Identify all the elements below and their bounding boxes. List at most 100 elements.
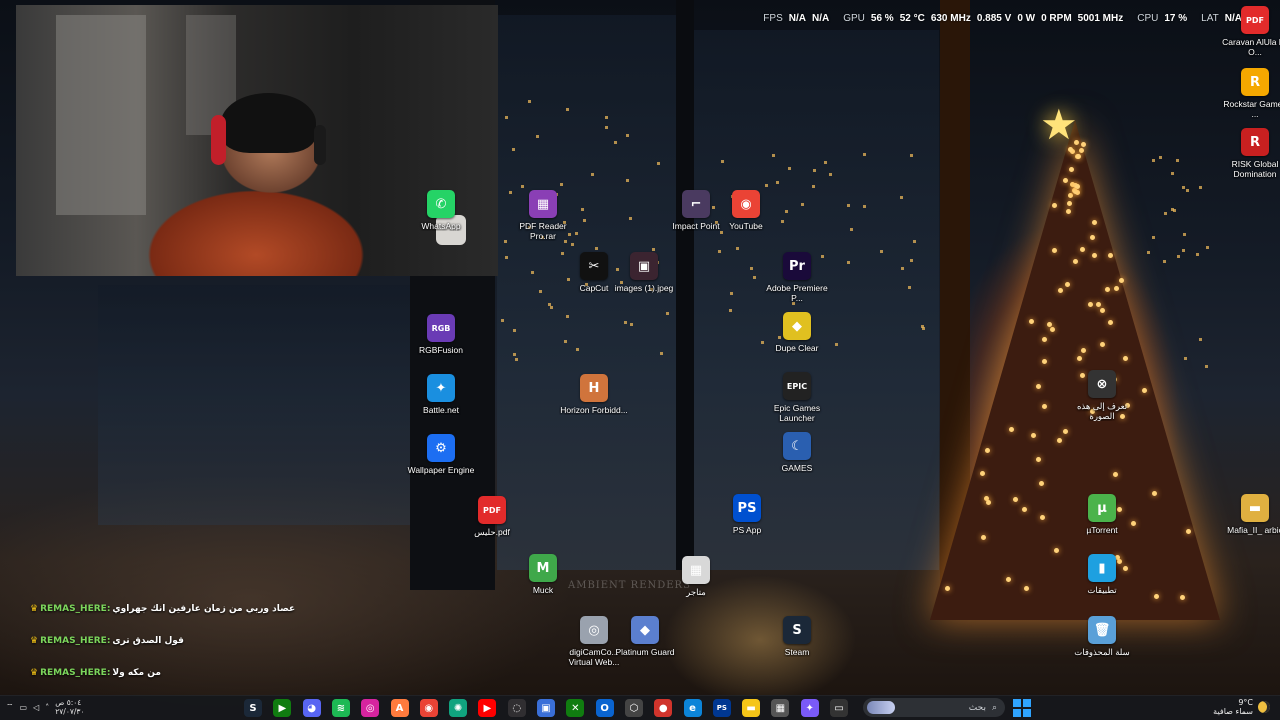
tree-light <box>1079 246 1085 252</box>
desktop-icon-recycle-bin[interactable]: 🗑 سلة المحذوفات <box>1071 616 1133 657</box>
city-window-light <box>623 321 627 325</box>
desktop-icon-caravan[interactable]: PDF Caravan AlUla by O... <box>1222 6 1280 57</box>
taskbar-cube-icon[interactable]: ⬡ <box>624 699 643 717</box>
desktop-icon-label: Battle.net <box>423 405 459 415</box>
desktop-icon-rgbfusion[interactable]: RGB RGBFusion <box>410 314 472 355</box>
city-window-light <box>604 116 608 120</box>
desktop-icon-adobe-premiere[interactable]: Pr Adobe Premiere P... <box>766 252 828 303</box>
taskbar-discord-icon[interactable]: ◕ <box>302 699 321 717</box>
taskbar-youtube-icon[interactable]: ▶ <box>478 699 497 717</box>
taskbar-spotify-icon[interactable]: ≋ <box>331 699 350 717</box>
taskbar-playstation-icon[interactable]: PS <box>712 699 731 717</box>
desktop-icon-utorrent[interactable]: µ µTorrent <box>1071 494 1133 535</box>
windows-logo-icon <box>1023 709 1031 717</box>
taskbar-movies-icon[interactable]: ▣ <box>537 699 555 717</box>
city-window-light <box>513 329 517 333</box>
windows-logo-icon <box>1013 709 1021 717</box>
chat-username: REMAS_HERE: <box>40 636 111 646</box>
taskbar-chatgpt-icon[interactable]: ✺ <box>449 699 468 717</box>
city-window-light <box>1151 159 1155 163</box>
desktop-icon-rockstar[interactable]: R Rockstar Games ... <box>1223 68 1280 119</box>
city-window-light <box>850 228 854 232</box>
taskbar-instagram-icon[interactable]: ◎ <box>361 699 380 717</box>
desktop-icon-images-jpeg[interactable]: ▣ images (1).jpeg <box>613 252 675 293</box>
recycle-bin-icon: 🗑 <box>1088 616 1116 644</box>
taskbar-search[interactable]: بحث ⌕ <box>863 698 1005 717</box>
city-window-light <box>594 247 598 251</box>
desktop-icon-epic-games[interactable]: EPIC Epic Games Launcher <box>766 372 828 423</box>
steam-icon: S <box>783 616 811 644</box>
volume-icon[interactable]: ◁ <box>33 703 39 712</box>
city-window-light <box>1206 245 1210 249</box>
desktop-icon-pdf-reader-pro[interactable]: ▦ PDF Reader Pro.rar <box>512 190 574 241</box>
taskbar-copilot-icon[interactable]: ✦ <box>800 699 819 717</box>
desktop-icon-apps-folder[interactable]: ▮ تطبيقات <box>1071 554 1133 595</box>
desktop-icon-mafia-arabic[interactable]: ▬ Mafia_II_ arbic <box>1224 494 1280 535</box>
desktop-icon-dupe-clear[interactable]: ◆ Dupe Clear <box>766 312 828 353</box>
desktop-icon-label: Platinum Guard <box>615 647 675 657</box>
weather-widget[interactable]: 9°C سماء صافية <box>1213 698 1270 716</box>
desktop-icon-halees-pdf[interactable]: PDF حليس.pdf <box>461 496 523 537</box>
tree-light <box>1051 247 1057 253</box>
desktop-icon-youtube-chrome[interactable]: ◉ YouTube <box>715 190 777 231</box>
desktop-icon-label: Adobe Premiere P... <box>766 283 828 303</box>
city-window-light <box>511 148 515 152</box>
tree-light <box>1091 219 1097 225</box>
taskbar-calculator-icon[interactable]: ▦ <box>771 699 790 717</box>
taskbar-obs-icon[interactable]: ◌ <box>507 699 526 717</box>
desktop-icon-wallpaper-engine[interactable]: ⚙ Wallpaper Engine <box>408 434 474 475</box>
taskbar-file-explorer-icon[interactable]: ▬ <box>742 699 761 717</box>
tree-light <box>1067 192 1073 198</box>
display-icon[interactable]: ▭ <box>20 703 28 712</box>
taskbar-chrome-icon[interactable]: ◉ <box>419 699 438 717</box>
taskbar-xbox-icon[interactable]: ✕ <box>566 699 585 717</box>
start-button[interactable] <box>1013 699 1031 717</box>
taskbar-arc-icon[interactable]: A <box>390 699 409 717</box>
city-window-light <box>505 256 508 260</box>
desktop-icon-label: RGBFusion <box>419 345 463 355</box>
desktop-icon-horizon[interactable]: H Horizon Forbidd... <box>560 374 628 415</box>
taskbar-steam-icon[interactable]: S <box>244 699 262 717</box>
desktop-icon-battle-net[interactable]: ✦ Battle.net <box>410 374 472 415</box>
desktop-icon-label: YouTube <box>729 221 763 231</box>
desktop-icon-whatsapp[interactable]: ✆ WhatsApp <box>410 190 472 231</box>
tree-light <box>1023 586 1029 592</box>
weather-temp: 9°C <box>1238 698 1253 707</box>
desktop-icon-platinum-guard[interactable]: ◆ Platinum Guard <box>614 616 676 657</box>
tree-light <box>1091 252 1097 258</box>
city-window-light <box>503 239 507 243</box>
taskbar-edge-icon[interactable]: e <box>683 699 702 717</box>
utorrent-icon: µ <box>1088 494 1116 522</box>
city-window-light <box>862 205 866 209</box>
taskbar-red-app-icon[interactable]: ● <box>654 699 673 717</box>
desktop-icon-muck[interactable]: M Muck <box>512 554 574 595</box>
desktop-icon-store-shortcut[interactable]: ▦ متاجر <box>665 556 727 597</box>
desktop-icon-label: حليس.pdf <box>474 527 510 537</box>
city-window-light <box>566 314 570 318</box>
wifi-icon[interactable]: ⌔ <box>6 702 14 712</box>
gpu-clock: 630 MHz <box>930 13 971 24</box>
chevron-up-icon[interactable]: ˄ <box>45 703 49 712</box>
desktop-icon-games-folder[interactable]: ☾ GAMES <box>766 432 828 473</box>
desktop-icon-steam[interactable]: S Steam <box>766 616 828 657</box>
city-window-light <box>515 357 519 361</box>
desktop-icon-risk[interactable]: R RISK Global Domination <box>1224 128 1280 179</box>
desktop-icon-label: Rockstar Games ... <box>1223 99 1280 119</box>
taskbar-clock[interactable]: ٥:٠٤ ص ٢٧/٠٧/٣٠ <box>55 698 84 716</box>
epic-games-icon: EPIC <box>783 372 811 400</box>
platinum-guard-icon: ◆ <box>631 616 659 644</box>
city-window-light <box>666 311 670 315</box>
taskbar-outlook-icon[interactable]: O <box>595 699 614 717</box>
chat-text: عصاد وربي من زمان عارفين انك جهراوي <box>112 604 296 614</box>
city-window-light <box>614 141 618 145</box>
crown-icon: ♛ <box>30 668 39 678</box>
taskbar-game-pass-icon[interactable]: ▶ <box>273 699 292 717</box>
muck-icon: M <box>529 554 557 582</box>
tree-light <box>1080 141 1086 147</box>
tree-light <box>1113 471 1119 477</box>
adobe-premiere-icon: Pr <box>783 252 811 280</box>
desktop-icon-learn-image[interactable]: ⊗ تعرف إلى هذه الصورة <box>1071 370 1133 421</box>
desktop-icon-ps-app[interactable]: PS PS App <box>716 494 778 535</box>
city-window-light <box>719 230 723 234</box>
taskbar-terminal-icon[interactable]: ▭ <box>830 699 848 717</box>
